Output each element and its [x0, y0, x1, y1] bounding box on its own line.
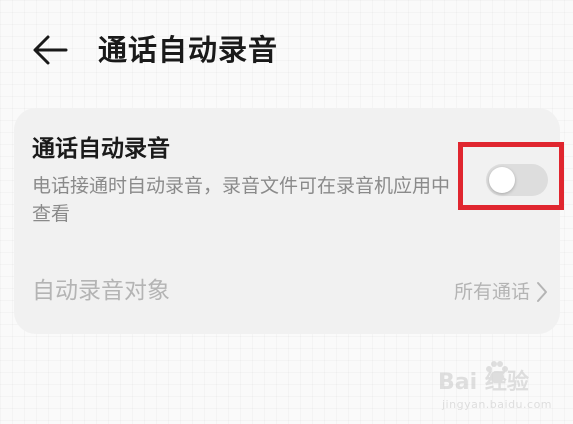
auto-record-description: 电话接通时自动录音，录音文件可在录音机应用中查看	[32, 175, 451, 225]
page-title: 通话自动录音	[98, 33, 279, 67]
record-target-row[interactable]: 自动录音对象 所有通话	[14, 258, 560, 326]
back-button[interactable]	[28, 28, 72, 72]
watermark-url: jingyan.baidu.com	[442, 398, 553, 411]
record-target-value: 所有通话	[453, 281, 530, 303]
record-target-label: 自动录音对象	[32, 278, 170, 304]
auto-record-setting-row: 通话自动录音 电话接通时自动录音，录音文件可在录音机应用中查看	[14, 108, 564, 238]
paw-icon	[486, 361, 508, 383]
settings-card: 通话自动录音 电话接通时自动录音，录音文件可在录音机应用中查看 自动录音对象 所…	[14, 108, 564, 334]
baidu-jingyan-watermark: Bai 经验 jingyan.baidu.com	[438, 356, 568, 416]
auto-record-toggle[interactable]	[486, 164, 548, 196]
arrow-left-icon	[33, 35, 68, 65]
chevron-right-icon	[537, 282, 547, 302]
header: 通话自动录音	[0, 0, 573, 96]
auto-record-title: 通话自动录音	[32, 136, 170, 162]
toggle-knob	[489, 167, 515, 193]
